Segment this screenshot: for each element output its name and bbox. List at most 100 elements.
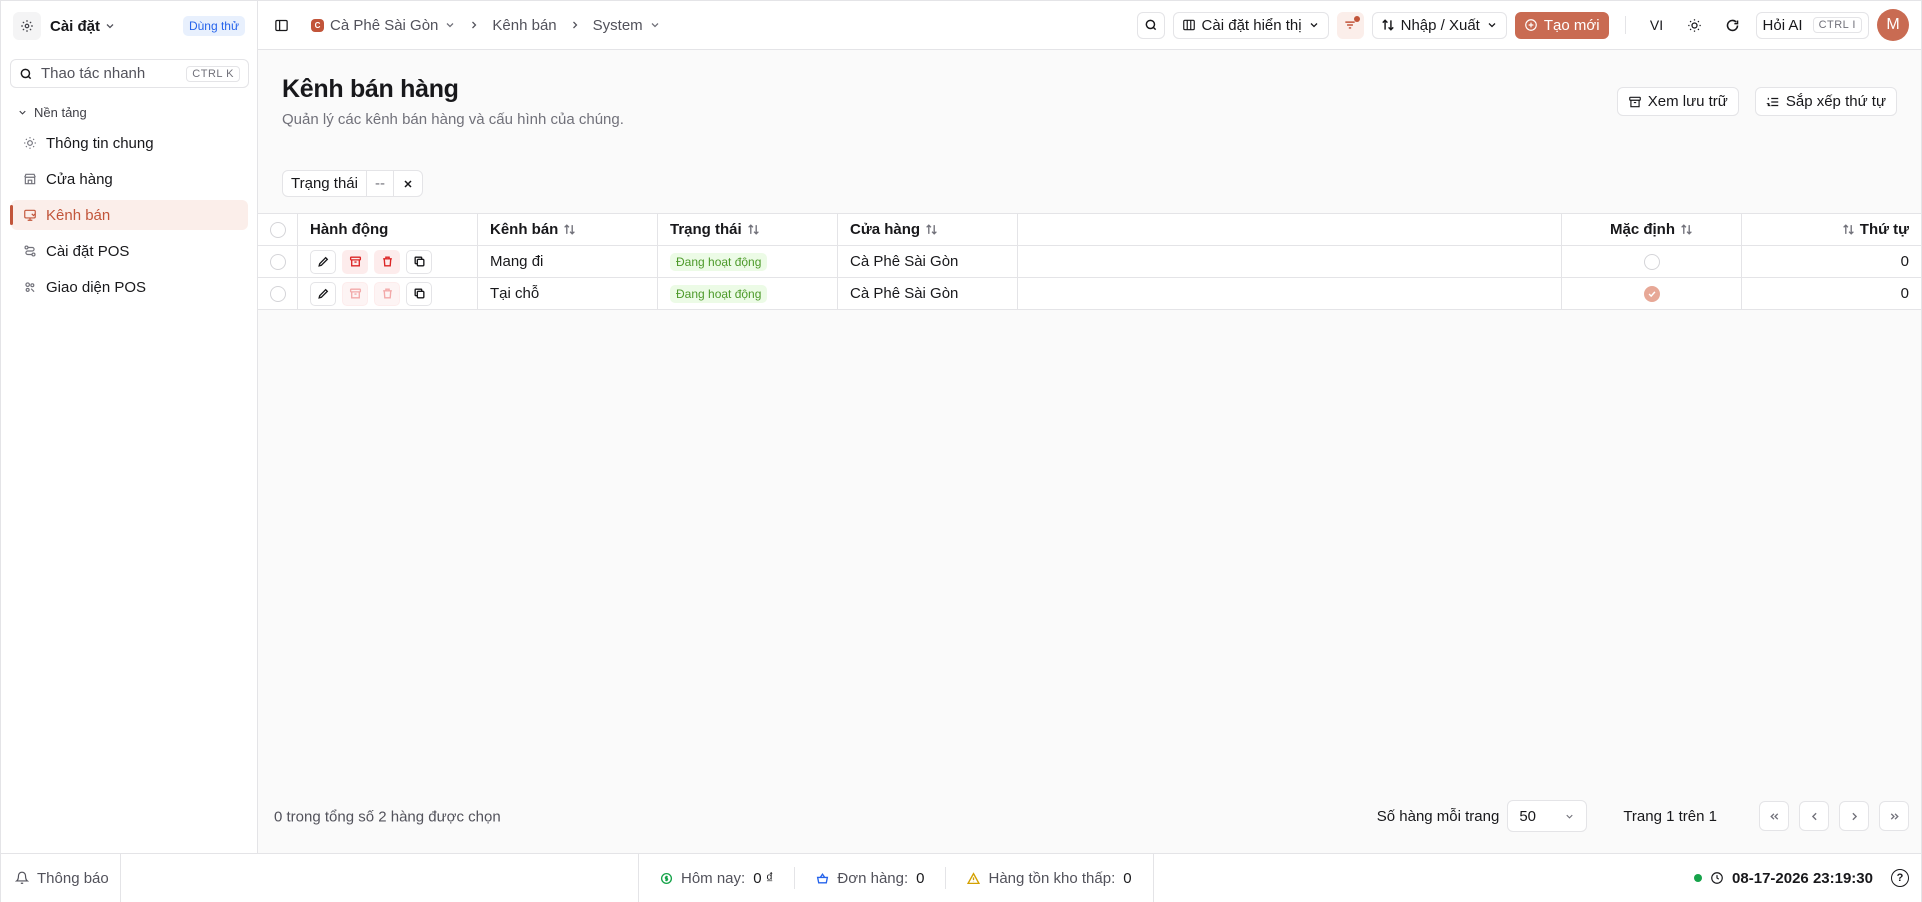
breadcrumb-store[interactable]: C Cà Phê Sài Gòn [311, 17, 456, 34]
breadcrumb-channels[interactable]: Kênh bán [492, 17, 556, 34]
stat-orders-value: 0 [916, 869, 925, 887]
store-icon [23, 172, 37, 186]
refresh-icon [1726, 19, 1739, 31]
next-page-button[interactable] [1839, 801, 1869, 831]
delete-button [374, 281, 400, 306]
select-all-cell [258, 214, 298, 245]
ask-ai-button[interactable]: Hỏi AI CTRL I [1755, 11, 1869, 39]
search-button[interactable] [1136, 11, 1165, 39]
refresh-button[interactable] [1718, 12, 1748, 39]
import-export-button[interactable]: Nhập / Xuất [1371, 11, 1507, 39]
col-actions: Hành động [298, 214, 478, 245]
arrows-up-down-icon [1381, 19, 1394, 31]
first-page-button[interactable] [1759, 801, 1789, 831]
breadcrumb-system[interactable]: System [593, 17, 661, 34]
language-switch[interactable]: VI [1642, 12, 1672, 39]
clock: 08-17-2026 23:19:30 ? [1694, 854, 1909, 902]
chevron-down-icon [1310, 23, 1318, 28]
toggle-sidebar-icon[interactable] [274, 18, 289, 33]
duplicate-button[interactable] [406, 249, 432, 274]
cell-channel: Tại chỗ [478, 278, 658, 309]
filter-button[interactable] [1336, 11, 1364, 39]
plus-circle-icon [1525, 19, 1537, 31]
bell-icon [15, 871, 29, 884]
row-checkbox[interactable] [269, 285, 286, 302]
sidebar-item-pos-settings[interactable]: Cài đặt POS [11, 236, 248, 266]
sidebar-item-sales-channels[interactable]: Kênh bán [10, 200, 248, 230]
select-all-checkbox[interactable] [269, 221, 286, 238]
display-settings-button[interactable]: Cài đặt hiển thị [1172, 11, 1329, 39]
col-channel[interactable]: Kênh bán [478, 214, 658, 245]
create-new-button[interactable]: Tạo mới [1514, 11, 1609, 39]
col-order[interactable]: Thứ tự [1742, 214, 1921, 245]
store-badge: C [311, 18, 324, 32]
rows-per-page-select[interactable]: 50 [1507, 800, 1588, 832]
row-checkbox[interactable] [269, 253, 286, 270]
col-default[interactable]: Mặc định [1562, 214, 1742, 245]
top-bar: C Cà Phê Sài Gòn Kênh bán System Cài đặt… [258, 1, 1921, 50]
settings-switcher[interactable]: Cài đặt [50, 18, 116, 35]
table-row[interactable]: Mang đi Đang hoạt động Cà Phê Sài Gòn 0 [258, 246, 1921, 278]
sun-icon [1688, 18, 1701, 32]
col-order-label: Thứ tự [1859, 221, 1909, 238]
archive-button [342, 281, 368, 306]
theme-toggle[interactable] [1680, 12, 1710, 39]
delete-button[interactable] [374, 249, 400, 274]
sort-icon [747, 223, 760, 236]
last-page-button[interactable] [1879, 801, 1909, 831]
clear-filter-button[interactable] [394, 171, 422, 196]
chevrons-left-icon [1769, 812, 1778, 820]
cell-default [1562, 246, 1742, 277]
help-icon[interactable]: ? [1891, 869, 1909, 887]
nav-group-platform[interactable]: Nền tảng [17, 105, 257, 120]
sidebar-item-pos-theme[interactable]: Giao diện POS [11, 272, 248, 302]
sidebar-item-label: Cửa hàng [46, 170, 113, 188]
col-store[interactable]: Cửa hàng [838, 214, 1018, 245]
trash-icon [382, 288, 392, 299]
edit-button[interactable] [310, 281, 336, 306]
archive-icon [1628, 96, 1641, 107]
col-store-label: Cửa hàng [850, 221, 921, 238]
edit-button[interactable] [310, 249, 336, 274]
close-icon [404, 179, 412, 188]
avatar[interactable]: M [1877, 9, 1909, 41]
sort-order-label: Sắp xếp thứ tự [1785, 93, 1886, 110]
chevron-right-icon [1851, 812, 1857, 820]
archive-icon [349, 256, 361, 267]
status-filter-chip[interactable]: Trạng thái -- [282, 170, 423, 197]
sort-order-button[interactable]: Sắp xếp thứ tự [1754, 87, 1897, 116]
route-icon [23, 244, 37, 258]
table-row[interactable]: Tại chỗ Đang hoạt động Cà Phê Sài Gòn 0 [258, 278, 1921, 310]
settings-gear-icon[interactable] [13, 12, 41, 40]
quick-action-search[interactable]: Thao tác nhanh CTRL K [10, 59, 249, 88]
sidebar-header: Cài đặt Dùng thử [1, 1, 257, 51]
stat-orders: Đơn hàng: 0 [795, 867, 947, 889]
col-spacer [1018, 214, 1562, 245]
online-status-dot [1694, 874, 1703, 882]
stat-today-value: 0 ₫ [753, 869, 774, 887]
top-bar-actions: Cài đặt hiển thị Nhập / Xuất Tạo mới VI [1136, 9, 1921, 41]
col-status[interactable]: Trạng thái [658, 214, 838, 245]
filter-value[interactable]: -- [367, 171, 394, 196]
sidebar-item-label: Kênh bán [46, 206, 111, 224]
filter-label: Trạng thái [283, 171, 367, 196]
table-header-row: Hành động Kênh bán Trạng thái Cửa hàng M… [258, 214, 1921, 246]
shortcut-hint: CTRL K [186, 65, 240, 82]
duplicate-button[interactable] [406, 281, 432, 306]
ask-ai-label: Hỏi AI [1762, 16, 1803, 34]
quick-stats: Hôm nay: 0 ₫ Đơn hàng: 0 Hàng tồn kho th… [638, 854, 1154, 902]
row-select-cell [258, 246, 298, 277]
cell-store: Cà Phê Sài Gòn [838, 278, 1018, 309]
sun-icon [23, 136, 37, 150]
search-icon [1145, 19, 1156, 31]
cell-default [1562, 278, 1742, 309]
view-archive-button[interactable]: Xem lưu trữ [1616, 87, 1739, 116]
archive-button[interactable] [342, 249, 368, 274]
sidebar-item-general-info[interactable]: Thông tin chung [11, 128, 248, 158]
sidebar-item-stores[interactable]: Cửa hàng [11, 164, 248, 194]
page-subtitle: Quản lý các kênh bán hàng và cấu hình củ… [282, 111, 624, 128]
prev-page-button[interactable] [1799, 801, 1829, 831]
stat-today-label: Hôm nay: [681, 869, 746, 887]
notifications-button[interactable]: Thông báo [1, 854, 121, 902]
channels-table: Hành động Kênh bán Trạng thái Cửa hàng M… [258, 213, 1921, 310]
